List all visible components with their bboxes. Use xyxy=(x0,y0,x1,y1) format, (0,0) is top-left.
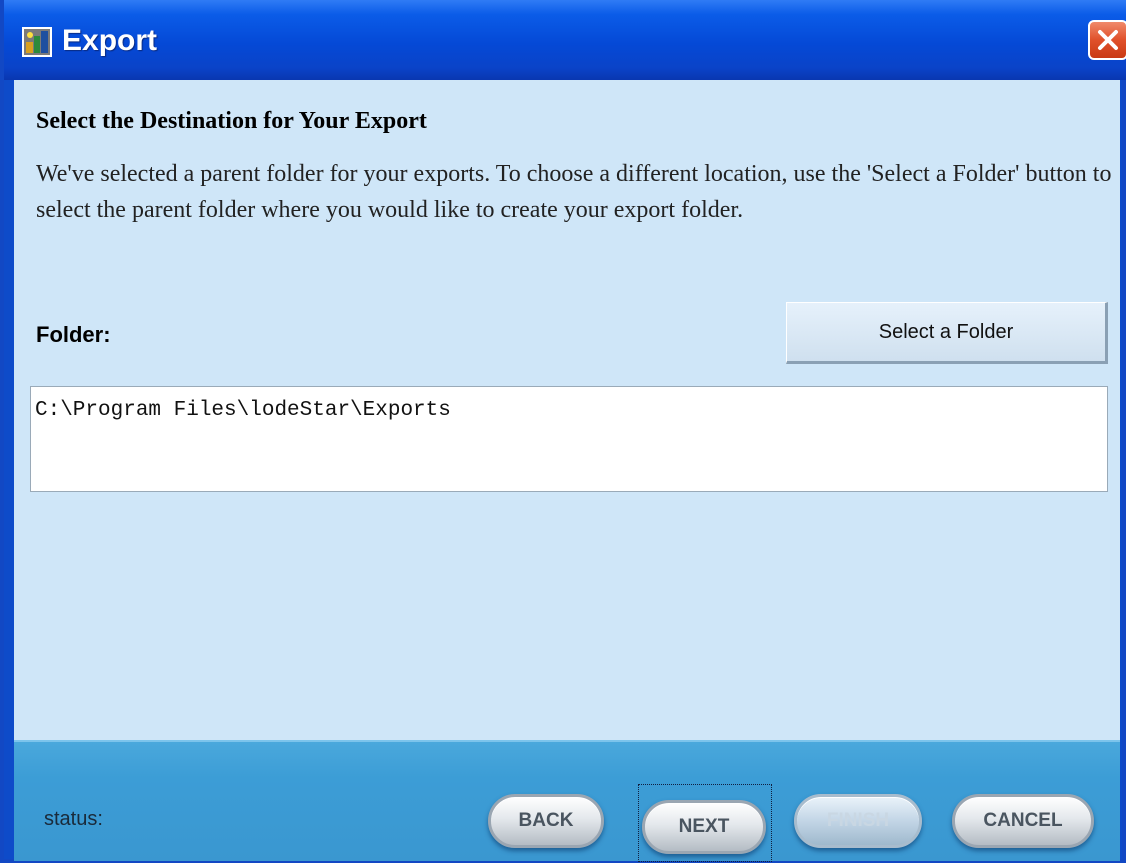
window-title: Export xyxy=(62,24,158,57)
close-icon xyxy=(1098,30,1118,50)
content-panel: Select the Destination for Your Export W… xyxy=(14,80,1120,740)
cancel-button[interactable]: CANCEL xyxy=(952,794,1094,848)
folder-label: Folder: xyxy=(36,322,111,347)
finish-button[interactable]: FINISH xyxy=(794,794,922,848)
footer-bar: status: BACK NEXT FINISH CANCEL xyxy=(14,740,1120,862)
back-button[interactable]: BACK xyxy=(488,794,604,848)
description-text: We've selected a parent folder for your … xyxy=(36,161,1112,223)
app-icon xyxy=(22,27,52,57)
close-button[interactable] xyxy=(1088,20,1126,60)
next-button[interactable]: NEXT xyxy=(642,800,766,854)
status-label: status: xyxy=(44,808,103,830)
title-bar[interactable]: Export xyxy=(4,0,1126,80)
export-window: Export Select the Destination for Your E… xyxy=(0,0,1126,863)
select-folder-button[interactable]: Select a Folder xyxy=(786,302,1108,364)
page-heading: Select the Destination for Your Export xyxy=(36,108,427,134)
folder-path-field[interactable]: C:\Program Files\lodeStar\Exports xyxy=(30,386,1108,492)
